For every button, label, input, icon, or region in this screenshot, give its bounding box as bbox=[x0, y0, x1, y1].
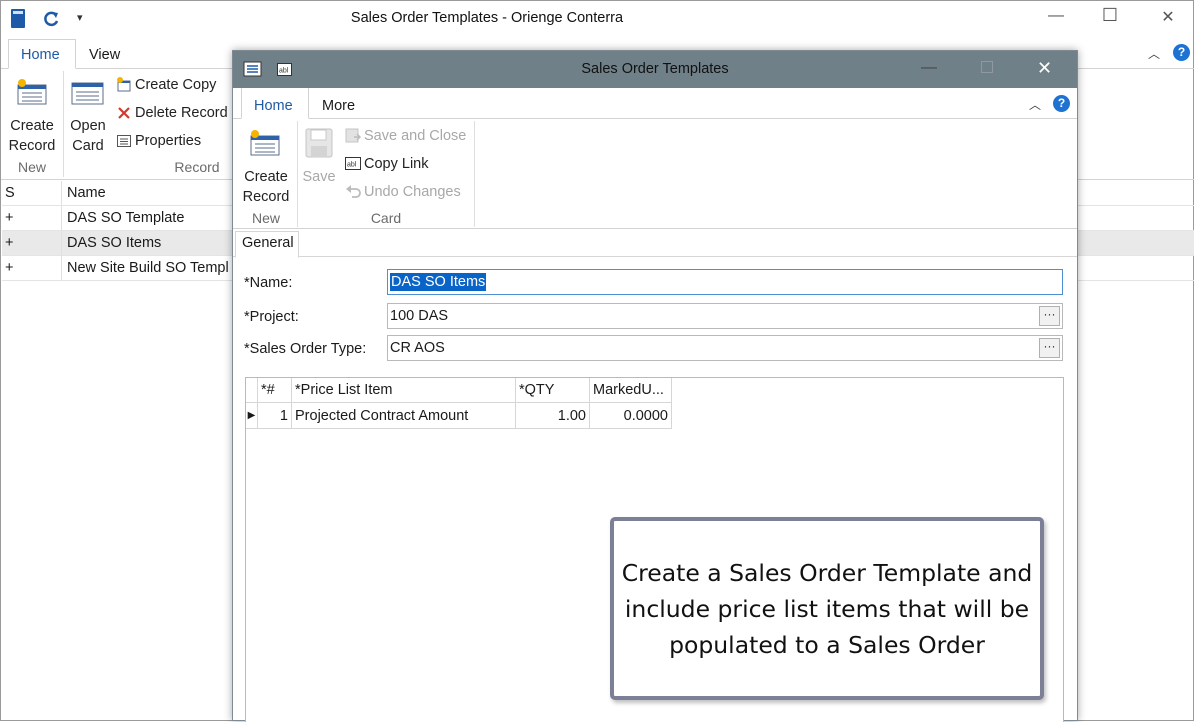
row-status: + bbox=[2, 231, 62, 255]
grid-cell-price-list-item[interactable]: Projected Contract Amount bbox=[292, 403, 516, 429]
close-button[interactable]: ✕ bbox=[1145, 7, 1191, 27]
save-and-close-icon bbox=[345, 128, 362, 147]
svg-text:abl: abl bbox=[347, 162, 357, 169]
dialog-ribbon-group-card-label: Card bbox=[370, 210, 402, 226]
dialog-ribbon-group-new-label: New bbox=[251, 210, 280, 226]
dialog-create-record-button[interactable]: Create Record bbox=[236, 167, 296, 207]
dialog-help-icon[interactable]: ? bbox=[1053, 95, 1070, 112]
ribbon-group-new-label: New bbox=[17, 159, 46, 175]
column-header-s[interactable]: S bbox=[2, 181, 62, 205]
grid-cell-marked-up[interactable]: 0.0000 bbox=[590, 403, 672, 429]
dialog-title-bar: abl Sales Order Templates — ✕ bbox=[233, 51, 1077, 88]
callout-text: Create a Sales Order Template and includ… bbox=[621, 558, 1033, 659]
dialog-collapse-ribbon-icon[interactable]: ︿ bbox=[1029, 96, 1041, 113]
project-value: 100 DAS bbox=[390, 308, 449, 324]
column-header-marked-up[interactable]: MarkedU... bbox=[590, 378, 672, 403]
tab-home[interactable]: Home bbox=[21, 47, 60, 63]
dialog-create-record-label-2: Record bbox=[242, 189, 290, 205]
create-copy-icon bbox=[116, 77, 132, 96]
grid-cell-qty[interactable]: 1.00 bbox=[516, 403, 590, 429]
dialog-create-record-label-1: Create bbox=[244, 169, 288, 185]
grid-cell-number[interactable]: 1 bbox=[258, 403, 292, 429]
save-button[interactable]: Save bbox=[299, 167, 339, 187]
column-header-price-list-item[interactable]: *Price List Item bbox=[292, 378, 516, 403]
ribbon-group-record-label: Record bbox=[174, 159, 220, 175]
save-and-close-button[interactable]: Save and Close bbox=[364, 128, 466, 144]
create-record-label-1: Create bbox=[10, 118, 54, 134]
row-status: + bbox=[2, 206, 62, 230]
name-value: DAS SO Items bbox=[390, 273, 487, 291]
project-label: *Project: bbox=[244, 309, 299, 325]
undo-icon bbox=[345, 184, 361, 203]
row-indicator-icon: ▶ bbox=[246, 403, 258, 429]
sales-order-type-lookup-button[interactable]: ··· bbox=[1039, 338, 1060, 358]
copy-link-button[interactable]: Copy Link bbox=[364, 156, 428, 172]
tutorial-callout: Create a Sales Order Template and includ… bbox=[610, 517, 1044, 700]
open-card-label-1: Open bbox=[70, 118, 106, 134]
dialog-title: Sales Order Templates bbox=[581, 61, 729, 77]
maximize-button[interactable]: ☐ bbox=[1087, 5, 1133, 26]
sales-order-type-label: *Sales Order Type: bbox=[244, 341, 367, 357]
create-record-label-2: Record bbox=[8, 138, 56, 154]
name-label: *Name: bbox=[244, 275, 293, 291]
sales-order-type-value: CR AOS bbox=[390, 340, 445, 356]
dialog-tab-more[interactable]: More bbox=[322, 98, 355, 114]
dialog-minimize-button[interactable]: — bbox=[921, 59, 937, 77]
grid-corner bbox=[246, 378, 258, 403]
project-field[interactable]: 100 DAS ··· bbox=[387, 303, 1063, 329]
open-card-button[interactable]: Open Card bbox=[63, 116, 113, 156]
help-icon[interactable]: ? bbox=[1173, 44, 1190, 61]
delete-record-button[interactable]: Delete Record bbox=[135, 105, 228, 121]
dialog-create-record-icon bbox=[248, 129, 282, 160]
row-status: + bbox=[2, 256, 62, 280]
copy-link-icon: abl bbox=[345, 157, 361, 174]
create-record-icon bbox=[15, 78, 49, 109]
dialog-close-button[interactable]: ✕ bbox=[1037, 58, 1052, 79]
column-header-number[interactable]: *# bbox=[258, 378, 292, 403]
open-card-icon bbox=[71, 80, 105, 109]
column-header-qty[interactable]: *QTY bbox=[516, 378, 590, 403]
properties-button[interactable]: Properties bbox=[135, 133, 201, 149]
undo-changes-button[interactable]: Undo Changes bbox=[364, 184, 461, 200]
sales-order-type-field[interactable]: CR AOS ··· bbox=[387, 335, 1063, 361]
tab-general[interactable]: General bbox=[242, 235, 294, 251]
save-icon bbox=[305, 128, 333, 161]
create-record-button[interactable]: Create Record bbox=[3, 116, 61, 156]
open-card-label-2: Card bbox=[72, 138, 104, 154]
properties-icon bbox=[116, 133, 132, 152]
project-lookup-button[interactable]: ··· bbox=[1039, 306, 1060, 326]
dialog-tab-home[interactable]: Home bbox=[254, 98, 293, 114]
minimize-button[interactable]: — bbox=[1033, 7, 1079, 25]
collapse-ribbon-icon[interactable]: ︿ bbox=[1148, 45, 1160, 62]
window-title: Sales Order Templates - Orienge Conterra bbox=[350, 10, 624, 26]
tab-view[interactable]: View bbox=[89, 47, 120, 63]
delete-icon bbox=[116, 105, 132, 124]
create-copy-button[interactable]: Create Copy bbox=[135, 77, 216, 93]
dialog-maximize-button[interactable] bbox=[981, 61, 993, 73]
name-field[interactable]: DAS SO Items bbox=[387, 269, 1063, 295]
